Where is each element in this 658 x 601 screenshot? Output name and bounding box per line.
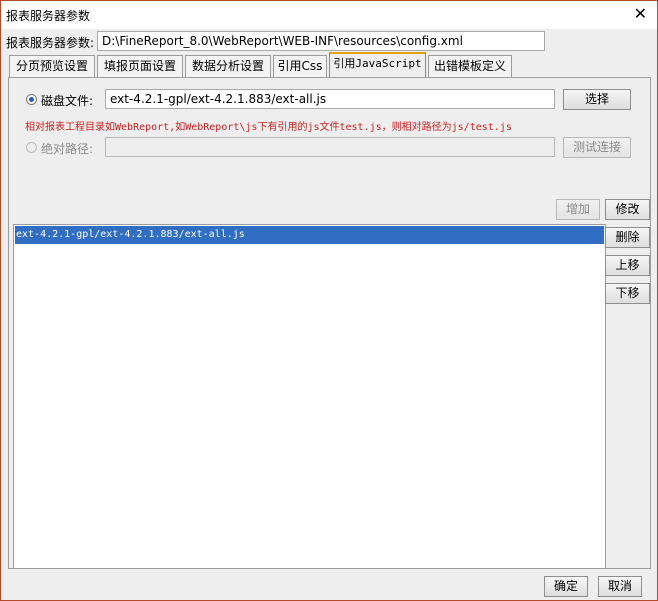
tab-data-analysis[interactable]: 数据分析设置	[185, 55, 271, 77]
delete-button[interactable]: 删除	[605, 227, 650, 248]
list-item[interactable]: ext-4.2.1-gpl/ext-4.2.1.883/ext-all.js	[15, 226, 604, 244]
tab-paging-preview[interactable]: 分页预览设置	[9, 55, 95, 77]
ok-button[interactable]: 确定	[544, 576, 588, 597]
dialog-title: 报表服务器参数	[6, 9, 91, 23]
dialog-window: 报表服务器参数 ✕ 报表服务器参数: D:\FineReport_8.0\Web…	[0, 0, 658, 601]
edit-button[interactable]: 修改	[605, 199, 650, 220]
disk-file-label: 磁盘文件:	[41, 94, 94, 108]
relative-path-hint: 相对报表工程目录如WebReport,如WebReport\js下有引用的js文…	[25, 122, 512, 133]
radio-selected-dot	[29, 97, 34, 102]
absolute-path-input[interactable]	[105, 137, 555, 157]
absolute-path-label: 绝对路径:	[41, 142, 94, 156]
script-list[interactable]: ext-4.2.1-gpl/ext-4.2.1.883/ext-all.js	[13, 224, 606, 569]
move-down-button[interactable]: 下移	[605, 283, 650, 304]
absolute-path-radio[interactable]	[26, 142, 37, 153]
tab-css[interactable]: 引用Css	[273, 55, 327, 77]
move-up-button[interactable]: 上移	[605, 255, 650, 276]
tab-fill-page[interactable]: 填报页面设置	[97, 55, 183, 77]
test-connection-button[interactable]: 测试连接	[563, 137, 631, 158]
title-bar: 报表服务器参数 ✕	[1, 1, 657, 29]
add-button[interactable]: 增加	[556, 199, 600, 220]
tab-error-template[interactable]: 出错模板定义	[428, 55, 512, 77]
disk-file-input[interactable]: ext-4.2.1-gpl/ext-4.2.1.883/ext-all.js	[105, 89, 555, 109]
disk-file-radio[interactable]	[26, 94, 37, 105]
cancel-button[interactable]: 取消	[598, 576, 642, 597]
tab-javascript[interactable]: 引用JavaScript	[329, 52, 426, 77]
choose-file-button[interactable]: 选择	[563, 89, 631, 110]
config-path-label: 报表服务器参数:	[6, 36, 95, 50]
close-icon[interactable]: ✕	[634, 5, 647, 23]
config-path-field[interactable]: D:\FineReport_8.0\WebReport\WEB-INF\reso…	[97, 31, 545, 51]
